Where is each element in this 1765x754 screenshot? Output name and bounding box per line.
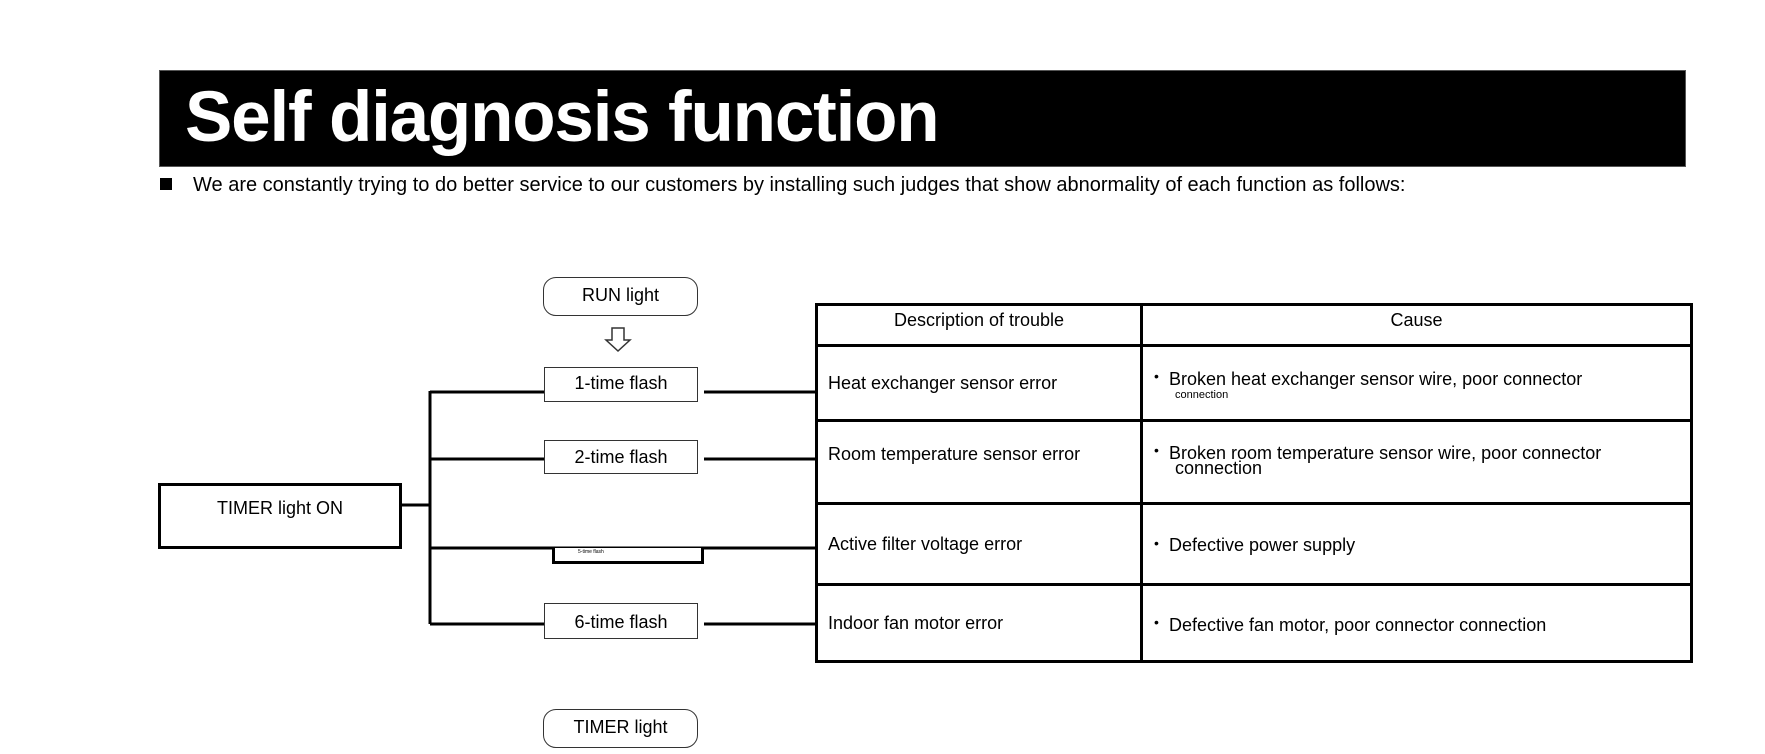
flash-label: 1-time flash	[574, 373, 668, 393]
trouble-table: Description of trouble Cause Heat exchan…	[815, 303, 1693, 663]
flash-label: 5-time flash	[578, 549, 604, 555]
description-cell: Heat exchanger sensor error	[815, 344, 1143, 422]
bullet-icon: •	[1154, 442, 1159, 458]
cause-cell: • Defective power supply	[1140, 502, 1693, 586]
flash-box-1: 1-time flash	[544, 367, 698, 402]
cause-continuation: connection	[1175, 458, 1263, 478]
table-header-row: Description of trouble Cause	[815, 303, 1693, 347]
flash-label: 2-time flash	[574, 447, 668, 467]
timer-light-on-box: TIMER light ON	[158, 483, 402, 549]
cause-text: Defective power supply	[1169, 535, 1356, 555]
cause-text: Defective fan motor, poor connector conn…	[1169, 615, 1547, 635]
header-cause: Cause	[1140, 303, 1693, 347]
cause-continuation: connection	[1175, 389, 1229, 401]
description-cell: Indoor fan motor error	[815, 583, 1143, 663]
cause-text: Broken heat exchanger sensor wire, poor …	[1169, 369, 1583, 389]
flash-box-6: 6-time flash	[544, 603, 698, 639]
bullet-icon: •	[1154, 614, 1159, 630]
description-cell: Active filter voltage error	[815, 502, 1143, 586]
run-light-text: RUN light	[581, 285, 660, 305]
table-row: Room temperature sensor error • Broken r…	[815, 419, 1693, 505]
cause-cell: • Broken heat exchanger sensor wire, poo…	[1140, 344, 1693, 422]
table-row: Indoor fan motor error • Defective fan m…	[815, 583, 1693, 663]
bullet-icon: •	[1154, 535, 1159, 551]
table-row: Heat exchanger sensor error • Broken hea…	[815, 344, 1693, 422]
table-row: Active filter voltage error • Defective …	[815, 502, 1693, 586]
timer-light-on-text: TIMER light ON	[216, 498, 344, 518]
down-arrow-icon	[604, 327, 632, 353]
description-cell: Room temperature sensor error	[815, 419, 1143, 505]
header-description: Description of trouble	[815, 303, 1143, 347]
flash-box-5: 5-time flash	[552, 548, 704, 564]
timer-light-text: TIMER light	[573, 717, 668, 737]
timer-light-label: TIMER light	[543, 709, 698, 748]
flash-box-2: 2-time flash	[544, 440, 698, 474]
cause-cell: • Defective fan motor, poor connector co…	[1140, 583, 1693, 663]
cause-cell: • Broken room temperature sensor wire, p…	[1140, 419, 1693, 505]
flash-label: 6-time flash	[574, 612, 668, 632]
run-light-label: RUN light	[543, 277, 698, 316]
bullet-icon: •	[1154, 368, 1159, 384]
